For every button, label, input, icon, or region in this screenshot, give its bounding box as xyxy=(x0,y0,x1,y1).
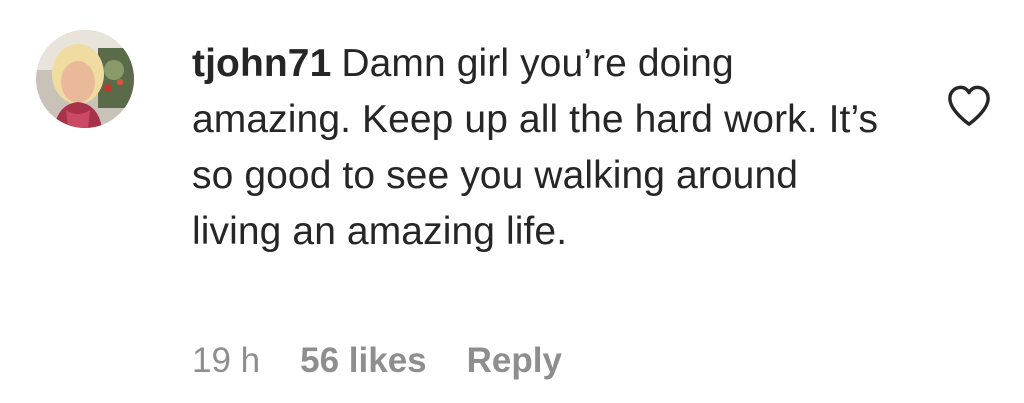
reply-button[interactable]: Reply xyxy=(467,341,562,381)
avatar-photo xyxy=(36,30,134,128)
heart-outline-icon xyxy=(948,85,990,126)
comment-row: tjohn71 Damn girl you’re doing amazing. K… xyxy=(0,0,1024,403)
comment-timestamp: 19 h xyxy=(192,341,261,380)
comment-meta: 19 h 56 likes Reply xyxy=(192,336,562,386)
like-button[interactable] xyxy=(946,84,992,128)
comment-username[interactable]: tjohn71 xyxy=(192,42,331,85)
avatar[interactable] xyxy=(36,30,134,128)
comment-likes-count[interactable]: 56 likes xyxy=(300,341,427,381)
comment-body: tjohn71 Damn girl you’re doing amazing. K… xyxy=(192,36,882,260)
